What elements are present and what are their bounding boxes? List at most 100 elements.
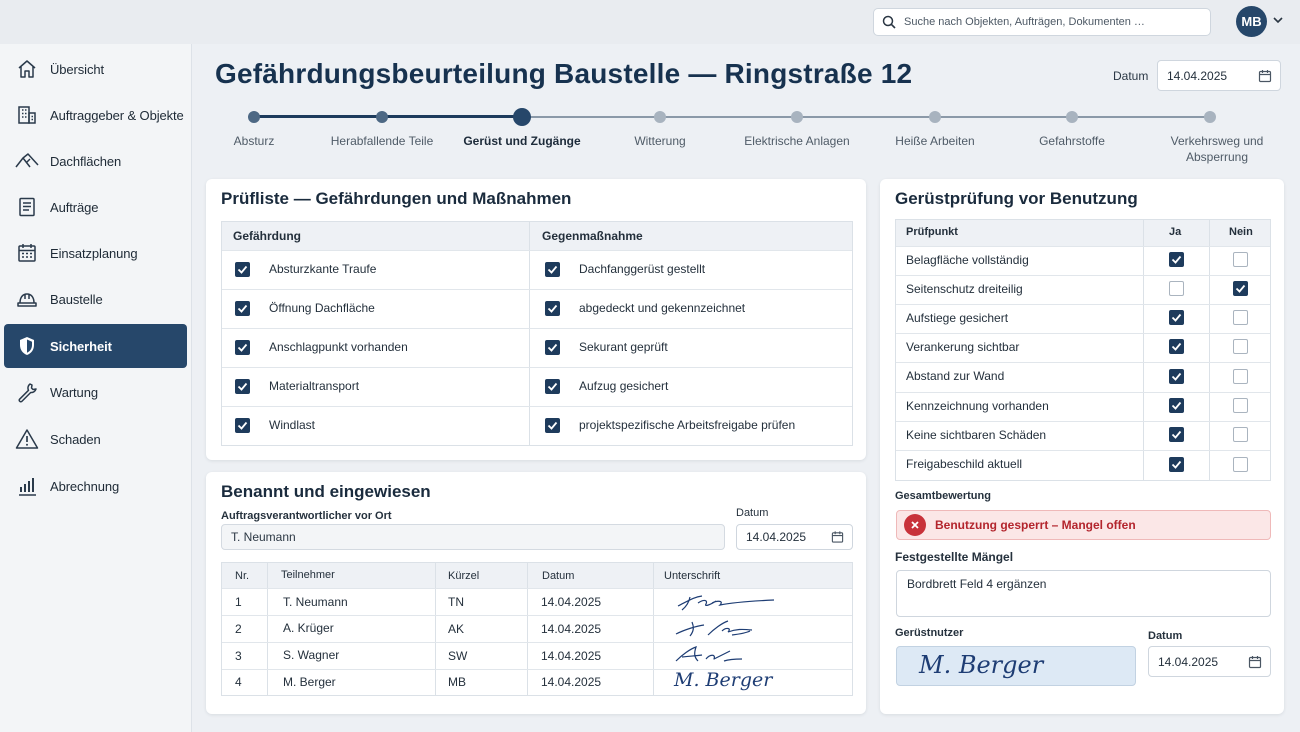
- checkbox-no[interactable]: [1233, 398, 1248, 413]
- step-label-witterung[interactable]: Witterung: [590, 133, 730, 149]
- step-dot-elektrische-anlagen[interactable]: [791, 111, 803, 123]
- checkbox-no[interactable]: [1233, 457, 1248, 472]
- calendar-icon[interactable]: [1258, 69, 1272, 83]
- checkbox-measure[interactable]: [545, 379, 560, 394]
- search-input[interactable]: [904, 16, 1194, 28]
- step-label-herabfallende-teile[interactable]: Herabfallende Teile: [312, 133, 452, 149]
- checkbox-hazard[interactable]: [235, 262, 250, 277]
- checkbox-yes[interactable]: [1169, 281, 1184, 296]
- row-divider: [222, 615, 852, 616]
- sidebar-item-baustelle[interactable]: Baustelle: [4, 277, 187, 321]
- column-divider: [267, 563, 268, 695]
- column-divider: [1209, 220, 1210, 480]
- participant-short: SW: [448, 649, 468, 663]
- step-dot-herabfallende-teile[interactable]: [376, 111, 388, 123]
- step-dot-gefahrstoffe[interactable]: [1066, 111, 1078, 123]
- date-label: Datum: [1113, 69, 1149, 83]
- scaffold-date-label: Datum: [1148, 630, 1183, 642]
- sidebar-item-abrechnung[interactable]: Abrechnung: [4, 464, 187, 508]
- checkbox-hazard[interactable]: [235, 301, 250, 316]
- step-label-elektrische-anlagen[interactable]: Elektrische Anlagen: [727, 133, 867, 149]
- row-divider: [222, 588, 852, 589]
- sidebar-item-schaden[interactable]: Schaden: [4, 417, 187, 461]
- measure-label: projektspezifische Arbeitsfreigabe prüfe…: [579, 418, 796, 432]
- calendar-icon[interactable]: [1248, 655, 1262, 669]
- signature: [675, 646, 743, 662]
- checklist-title: Prüfliste — Gefährdungen und Maßnahmen: [221, 189, 572, 208]
- checkbox-hazard[interactable]: [235, 418, 250, 433]
- sidebar-item-auftraege[interactable]: Aufträge: [4, 185, 187, 229]
- step-label-geruest[interactable]: Gerüst und Zugänge: [452, 133, 592, 149]
- checkbox-yes[interactable]: [1169, 339, 1184, 354]
- step-dot-verkehrsweg[interactable]: [1204, 111, 1216, 123]
- check-point-label: Verankerung sichtbar: [906, 340, 1020, 354]
- row-divider: [222, 289, 852, 290]
- step-dot-absturz[interactable]: [248, 111, 260, 123]
- search-box[interactable]: [873, 8, 1211, 36]
- check-point-label: Aufstiege gesichert: [906, 311, 1009, 325]
- column-header-hazard: Gefährdung: [233, 229, 301, 243]
- step-dot-witterung[interactable]: [654, 111, 666, 123]
- checkbox-no[interactable]: [1233, 339, 1248, 354]
- sidebar-item-label: Aufträge: [50, 199, 99, 215]
- date-value: 14.04.2025: [1167, 68, 1228, 83]
- step-label-heisse-arbeiten[interactable]: Heiße Arbeiten: [865, 133, 1005, 149]
- step-dot-heisse-arbeiten[interactable]: [929, 111, 941, 123]
- sidebar-item-dachflaechen[interactable]: Dachflächen: [4, 139, 187, 183]
- column-header-date: Datum: [542, 570, 575, 582]
- sidebar-item-uebersicht[interactable]: Übersicht: [4, 47, 187, 91]
- checkbox-hazard[interactable]: [235, 340, 250, 355]
- checkbox-yes[interactable]: [1169, 369, 1184, 384]
- row-divider: [896, 246, 1270, 247]
- scaffold-card: Gerüstprüfung vor Benutzung Prüfpunkt Ja…: [880, 179, 1284, 714]
- checkbox-measure[interactable]: [545, 301, 560, 316]
- check-point-label: Seitenschutz dreiteilig: [906, 282, 1023, 296]
- sidebar-item-wartung[interactable]: Wartung: [4, 370, 187, 414]
- signature: M. Berger: [674, 669, 773, 691]
- checkbox-no[interactable]: [1233, 310, 1248, 325]
- header-date-field[interactable]: 14.04.2025: [1157, 60, 1281, 91]
- responsible-field[interactable]: T. Neumann: [221, 524, 725, 550]
- sidebar-item-label: Baustelle: [50, 291, 103, 307]
- avatar[interactable]: MB: [1236, 6, 1267, 37]
- signature-field[interactable]: M. Berger: [896, 646, 1136, 686]
- step-label-gefahrstoffe[interactable]: Gefahrstoffe: [1002, 133, 1142, 149]
- checkbox-no[interactable]: [1233, 281, 1248, 296]
- sidebar-item-label: Dachflächen: [50, 153, 122, 169]
- row-divider: [222, 250, 852, 251]
- checkbox-measure[interactable]: [545, 262, 560, 277]
- row-divider: [896, 450, 1270, 451]
- checkbox-yes[interactable]: [1169, 457, 1184, 472]
- checkbox-yes[interactable]: [1169, 398, 1184, 413]
- checkbox-hazard[interactable]: [235, 379, 250, 394]
- checkbox-yes[interactable]: [1169, 310, 1184, 325]
- checkbox-no[interactable]: [1233, 427, 1248, 442]
- checkbox-no[interactable]: [1233, 252, 1248, 267]
- column-header-participant: Teilnehmer: [281, 569, 335, 581]
- calendar-icon[interactable]: [831, 531, 844, 544]
- scaffold-date-field[interactable]: 14.04.2025: [1148, 646, 1271, 677]
- sidebar-item-auftraggeber[interactable]: Auftraggeber & Objekte: [4, 93, 187, 137]
- sidebar-item-label: Übersicht: [50, 61, 105, 77]
- step-dot-geruest[interactable]: [513, 108, 531, 126]
- column-divider: [435, 563, 436, 695]
- briefing-date-field[interactable]: 14.04.2025: [736, 524, 853, 550]
- briefing-title: Benannt und eingewiesen: [221, 482, 431, 501]
- checkbox-yes[interactable]: [1169, 427, 1184, 442]
- sidebar-item-einsatzplanung[interactable]: Einsatzplanung: [4, 231, 187, 275]
- checkbox-yes[interactable]: [1169, 252, 1184, 267]
- check-point-label: Belagfläche vollständig: [906, 253, 1029, 267]
- checkbox-measure[interactable]: [545, 340, 560, 355]
- column-header-measure: Gegenmaßnahme: [542, 229, 643, 243]
- step-label-absturz[interactable]: Absturz: [184, 133, 324, 149]
- participant-short: MB: [448, 675, 466, 689]
- checkbox-no[interactable]: [1233, 369, 1248, 384]
- signature: [677, 595, 775, 611]
- chevron-down-icon[interactable]: [1273, 16, 1283, 24]
- step-label-verkehrsweg[interactable]: Verkehrsweg und Absperrung: [1162, 133, 1272, 165]
- sidebar-item-sicherheit[interactable]: Sicherheit: [4, 324, 187, 368]
- hazard-label: Absturzkante Traufe: [269, 262, 377, 276]
- briefing-date-label: Datum: [736, 507, 769, 519]
- checkbox-measure[interactable]: [545, 418, 560, 433]
- defects-textarea[interactable]: Bordbrett Feld 4 ergänzen: [896, 570, 1271, 617]
